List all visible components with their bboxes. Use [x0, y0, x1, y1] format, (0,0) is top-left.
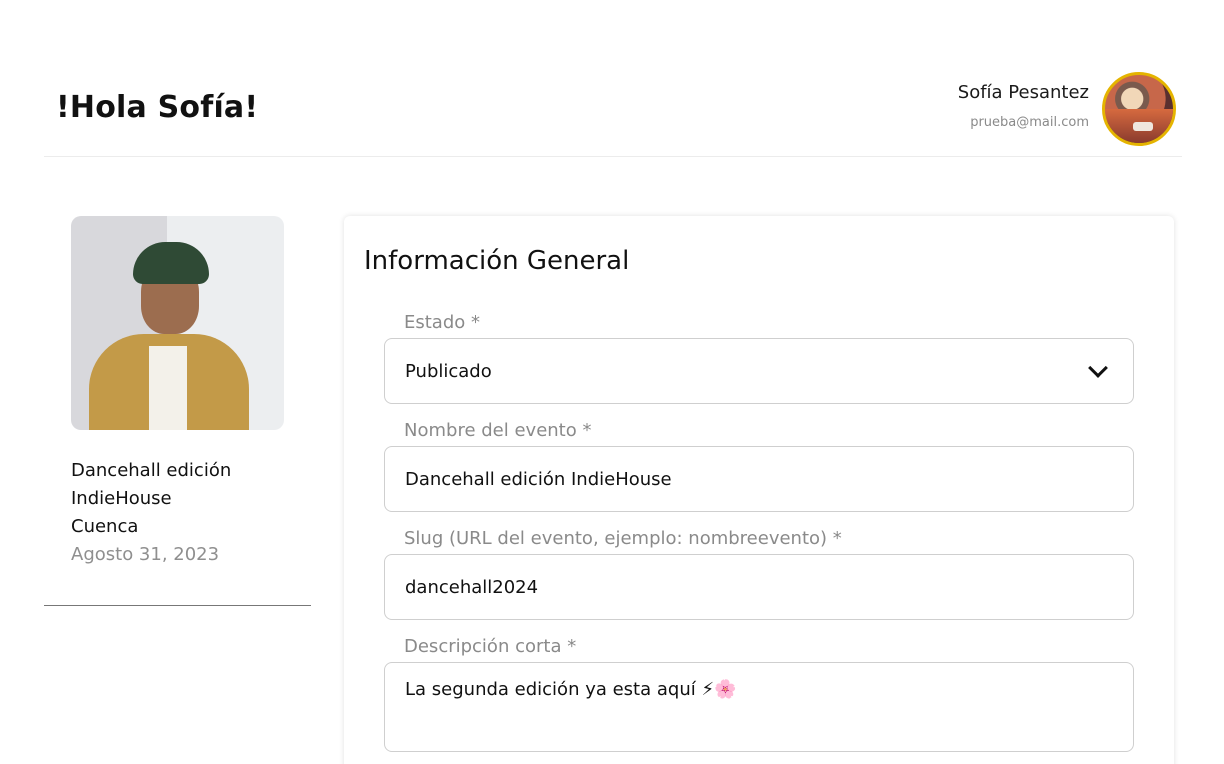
- event-title-line2: IndieHouse: [71, 488, 172, 509]
- estado-value: Publicado: [405, 360, 492, 382]
- avatar-rover: [1133, 122, 1153, 131]
- descripcion-label: Descripción corta *: [404, 636, 577, 657]
- user-email: prueba@mail.com: [970, 115, 1089, 130]
- nombre-value: Dancehall edición IndieHouse: [405, 468, 672, 490]
- chevron-down-icon[interactable]: [1088, 358, 1108, 378]
- estado-label: Estado *: [404, 312, 480, 333]
- nombre-label: Nombre del evento *: [404, 420, 592, 441]
- descripcion-value: La segunda edición ya esta aquí ⚡🌸: [405, 679, 737, 700]
- event-photo: [71, 216, 284, 430]
- photo-cap: [133, 242, 209, 284]
- slug-value: dancehall2024: [405, 576, 539, 598]
- event-summary: Dancehall edición IndieHouse Cuenca Agos…: [44, 216, 311, 606]
- page-header: !Hola Sofía! Sofía Pesantez prueba@mail.…: [44, 60, 1182, 157]
- descripcion-textarea[interactable]: La segunda edición ya esta aquí ⚡🌸: [384, 662, 1134, 752]
- event-city: Cuenca: [71, 516, 139, 537]
- user-name: Sofía Pesantez: [957, 82, 1089, 103]
- general-info-card: Información General Estado * Publicado N…: [344, 216, 1174, 764]
- event-title-line1: Dancehall edición: [71, 460, 232, 481]
- card-title: Información General: [364, 246, 630, 276]
- user-avatar[interactable]: [1102, 72, 1176, 146]
- photo-shirt: [149, 346, 187, 430]
- slug-input[interactable]: dancehall2024: [384, 554, 1134, 620]
- event-title: Dancehall edición IndieHouse: [71, 457, 231, 513]
- slug-label: Slug (URL del evento, ejemplo: nombreeve…: [404, 528, 842, 549]
- user-info: Sofía Pesantez prueba@mail.com: [958, 82, 1089, 130]
- event-date: Agosto 31, 2023: [71, 544, 220, 565]
- estado-select[interactable]: Publicado: [384, 338, 1134, 404]
- greeting-title: !Hola Sofía!: [56, 90, 259, 125]
- nombre-input[interactable]: Dancehall edición IndieHouse: [384, 446, 1134, 512]
